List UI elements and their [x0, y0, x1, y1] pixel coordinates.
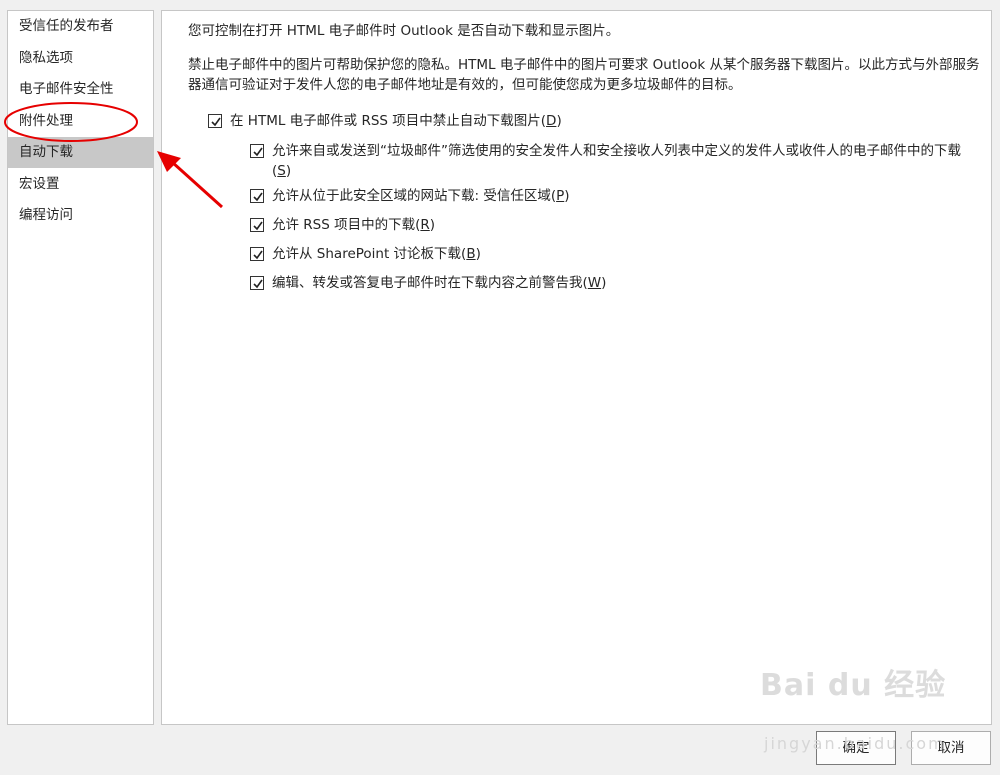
sidebar-item-attachment-handling[interactable]: 附件处理: [8, 106, 153, 137]
allow-rss-label: 允许 RSS 项目中的下载(R): [272, 217, 436, 233]
sidebar-item-email-security[interactable]: 电子邮件安全性: [8, 74, 153, 105]
sidebar-item-automatic-download[interactable]: 自动下载: [8, 137, 153, 168]
allow-safe-senders-option[interactable]: 允许来自或发送到“垃圾邮件”筛选使用的安全发件人和安全接收人列表中定义的发件人或…: [250, 141, 980, 181]
allow-trusted-zone-label: 允许从位于此安全区域的网站下载: 受信任区域(P): [272, 188, 570, 204]
allow-sharepoint-option[interactable]: 允许从 SharePoint 讨论板下载(B): [250, 244, 481, 264]
warn-before-download-checkbox[interactable]: [250, 276, 264, 290]
sidebar-item-programmatic-access[interactable]: 编程访问: [8, 200, 153, 231]
block-download-option[interactable]: 在 HTML 电子邮件或 RSS 项目中禁止自动下载图片(D): [208, 111, 562, 131]
cancel-button[interactable]: 取消: [911, 731, 991, 765]
checkmark-icon: [253, 279, 263, 289]
allow-sharepoint-label: 允许从 SharePoint 讨论板下载(B): [272, 246, 481, 262]
allow-safe-senders-label: 允许来自或发送到“垃圾邮件”筛选使用的安全发件人和安全接收人列表中定义的发件人或…: [272, 143, 961, 179]
checkmark-icon: [253, 250, 263, 260]
allow-trusted-zone-option[interactable]: 允许从位于此安全区域的网站下载: 受信任区域(P): [250, 186, 570, 206]
allow-rss-checkbox[interactable]: [250, 218, 264, 232]
block-download-checkbox[interactable]: [208, 114, 222, 128]
ok-button[interactable]: 确定: [816, 731, 896, 765]
intro-text: 您可控制在打开 HTML 电子邮件时 Outlook 是否自动下载和显示图片。: [188, 23, 620, 39]
block-download-label: 在 HTML 电子邮件或 RSS 项目中禁止自动下载图片(D): [230, 113, 562, 129]
allow-safe-senders-checkbox[interactable]: [250, 144, 264, 158]
checkmark-icon: [253, 147, 263, 157]
checkmark-icon: [253, 221, 263, 231]
settings-panel: 您可控制在打开 HTML 电子邮件时 Outlook 是否自动下载和显示图片。 …: [161, 10, 992, 725]
category-sidebar: 受信任的发布者 隐私选项 电子邮件安全性 附件处理 自动下载 宏设置 编程访问: [7, 10, 154, 725]
allow-rss-option[interactable]: 允许 RSS 项目中的下载(R): [250, 215, 435, 235]
warn-before-download-label: 编辑、转发或答复电子邮件时在下载内容之前警告我(W): [272, 275, 607, 291]
sidebar-item-privacy-options[interactable]: 隐私选项: [8, 43, 153, 74]
checkmark-icon: [211, 117, 221, 127]
sidebar-item-trusted-publishers[interactable]: 受信任的发布者: [8, 11, 153, 42]
description-text: 禁止电子邮件中的图片可帮助保护您的隐私。HTML 电子邮件中的图片可要求 Out…: [188, 57, 980, 93]
allow-trusted-zone-checkbox[interactable]: [250, 189, 264, 203]
warn-before-download-option[interactable]: 编辑、转发或答复电子邮件时在下载内容之前警告我(W): [250, 273, 606, 293]
allow-sharepoint-checkbox[interactable]: [250, 247, 264, 261]
checkmark-icon: [253, 192, 263, 202]
sidebar-item-macro-settings[interactable]: 宏设置: [8, 169, 153, 200]
